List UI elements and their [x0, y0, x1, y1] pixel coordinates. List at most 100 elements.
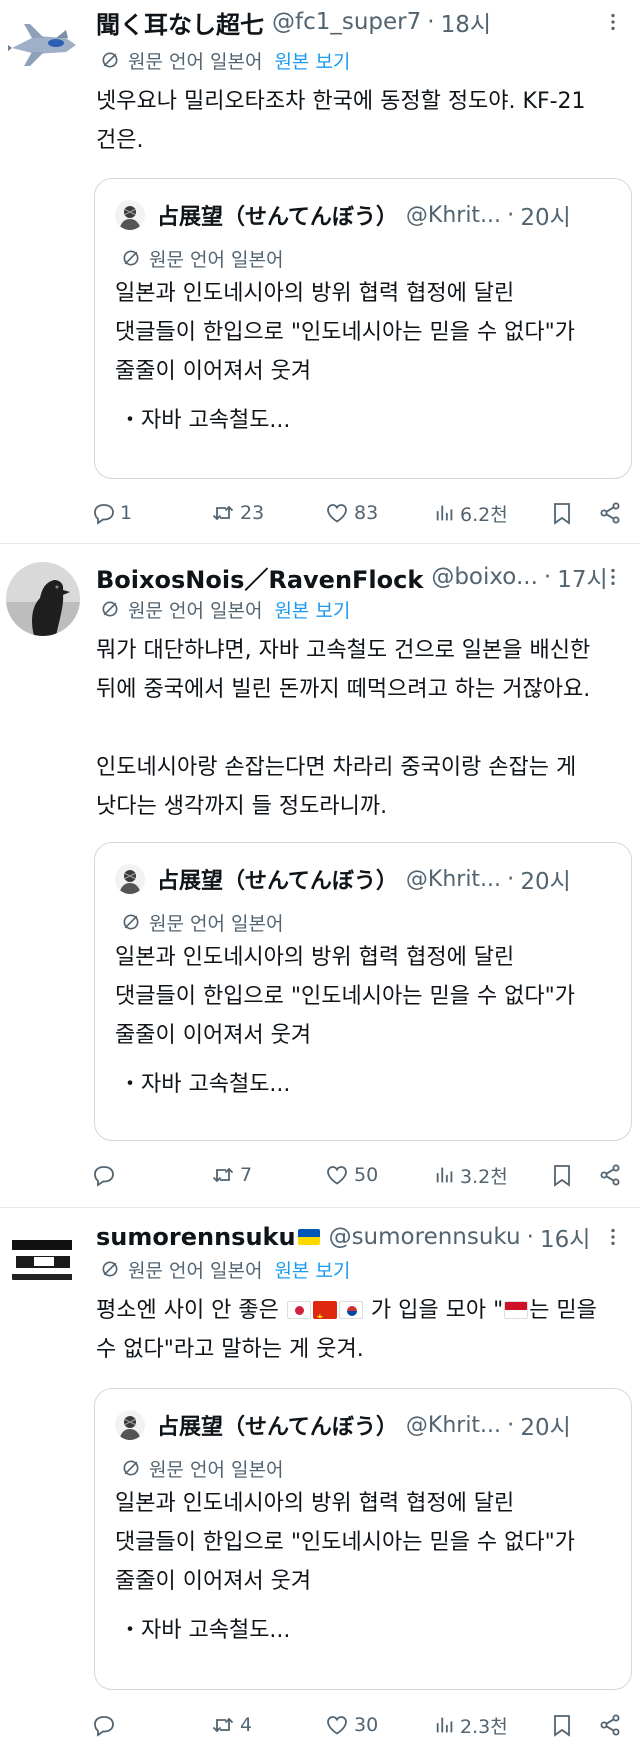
repost-icon: [210, 1163, 236, 1187]
display-name[interactable]: 聞く耳なし超七: [96, 5, 264, 40]
timestamp[interactable]: 18시: [441, 5, 491, 39]
quoted-handle: @Khrit...: [405, 202, 502, 228]
views-icon: [434, 1163, 456, 1187]
repost-icon: [210, 501, 236, 525]
repost-icon: [210, 1713, 236, 1737]
views-button[interactable]: 6.2천: [434, 493, 508, 533]
bookmark-button[interactable]: [550, 493, 578, 533]
display-name[interactable]: BoixosNois／RavenFlock: [96, 560, 423, 595]
like-icon: [324, 1163, 350, 1187]
quoted-tweet[interactable]: 占展望（せんてんぼう） @Khrit... · 20시 원문 언어 일본어 일본…: [94, 842, 632, 1141]
divider: [0, 543, 640, 544]
repost-button[interactable]: 23: [210, 493, 264, 533]
tweet-text-line: 건은.: [96, 128, 144, 153]
avatar[interactable]: [6, 8, 80, 82]
reply-button[interactable]: 1: [92, 493, 132, 533]
avatar[interactable]: [6, 562, 80, 636]
user-handle[interactable]: @fc1_super7: [272, 9, 421, 35]
translation-note: 원문 언어 일본어 원본 보기: [100, 45, 350, 75]
bookmark-button[interactable]: [550, 1705, 578, 1745]
quoted-text-line: 댓글들이 한입으로 "인도네시아는 믿을 수 없다"가: [115, 984, 576, 1009]
quoted-tweet[interactable]: 占展望（せんてんぼう） @Khrit... · 20시 원문 언어 일본어 일본…: [94, 178, 632, 479]
translate-icon: [121, 912, 141, 932]
translate-icon: [100, 50, 120, 70]
quoted-tweet[interactable]: 占展望（せんてんぼう） @Khrit... · 20시 원문 언어 일본어 일본…: [94, 1388, 632, 1690]
japan-flag-icon: [286, 1301, 311, 1319]
quoted-avatar[interactable]: [115, 200, 145, 230]
reply-button[interactable]: [92, 1155, 120, 1195]
avatar[interactable]: [6, 1222, 80, 1296]
quoted-translation-note: 원문 언어 일본어: [121, 907, 283, 937]
like-button[interactable]: 30: [324, 1705, 378, 1745]
views-icon: [434, 501, 456, 525]
quoted-timestamp: 20시: [520, 205, 571, 231]
quoted-text-line: 줄줄이 이어져서 웃겨: [115, 1569, 312, 1594]
user-handle[interactable]: @boixo...: [431, 564, 538, 590]
views-button[interactable]: 2.3천: [434, 1705, 508, 1745]
timestamp[interactable]: 16시: [540, 1220, 590, 1254]
views-icon: [434, 1713, 456, 1737]
quoted-translation-note: 원문 언어 일본어: [121, 243, 283, 273]
tweet[interactable]: BoixosNois／RavenFlock @boixo... · 17시 원문…: [0, 545, 640, 1205]
tweet-text-line: 인도네시아랑 손잡는다면 차라리 중국이랑 손잡는 게: [96, 755, 577, 780]
translation-label: 원문 언어 일본어: [128, 599, 263, 622]
more-icon[interactable]: [600, 559, 626, 595]
quoted-avatar[interactable]: [115, 864, 145, 894]
repost-button[interactable]: 4: [210, 1705, 252, 1745]
separator-dot: ·: [507, 866, 515, 892]
user-handle[interactable]: @sumorennsuku: [329, 1224, 521, 1250]
translation-label: 원문 언어 일본어: [149, 1458, 284, 1481]
display-name[interactable]: sumorennsuku: [96, 1223, 296, 1251]
reply-icon: [92, 501, 116, 525]
ukraine-flag-icon: [297, 1229, 320, 1245]
show-original-link[interactable]: 원본 보기: [274, 596, 350, 623]
quoted-display-name: 占展望（せんてんぼう）: [157, 1415, 398, 1440]
quoted-text-line: 일본과 인도네시아의 방위 협력 협정에 달린: [115, 281, 515, 306]
like-button[interactable]: 50: [324, 1155, 378, 1195]
translation-note: 원문 언어 일본어 원본 보기: [100, 1254, 350, 1284]
reply-button[interactable]: [92, 1705, 120, 1745]
quoted-handle: @Khrit...: [405, 1412, 502, 1438]
translation-label: 원문 언어 일본어: [149, 912, 284, 935]
share-button[interactable]: [598, 1155, 626, 1195]
tweet-text-line: 수 없다"라고 말하는 게 웃겨.: [96, 1337, 364, 1362]
tweet-text-part: 는 믿을: [529, 1298, 597, 1323]
tweet-text: 평소엔 사이 안 좋은 가 입을 모아 " 는 믿을 수 없다"라고 말하는 게 …: [96, 1291, 622, 1369]
bookmark-button[interactable]: [550, 1155, 578, 1195]
tweet-text-part: 가 입을 모아 ": [363, 1298, 504, 1323]
view-count: 6.2천: [460, 503, 508, 526]
reply-count: 1: [120, 502, 133, 524]
tweet-text-line: 낫다는 생각까지 들 정도라니까.: [96, 794, 388, 819]
translate-icon: [100, 599, 120, 619]
quoted-timestamp: 20시: [520, 1415, 571, 1441]
quoted-text: 일본과 인도네시아의 방위 협력 협정에 달린 댓글들이 한입으로 "인도네시아…: [115, 938, 615, 1055]
like-icon: [324, 501, 350, 525]
views-button[interactable]: 3.2천: [434, 1155, 508, 1195]
show-original-link[interactable]: 원본 보기: [274, 47, 350, 74]
share-button[interactable]: [598, 493, 626, 533]
quoted-timestamp: 20시: [520, 869, 571, 895]
more-icon[interactable]: [600, 1219, 626, 1255]
korea-flag-icon: [338, 1301, 363, 1319]
quoted-text-line: 일본과 인도네시아의 방위 협력 협정에 달린: [115, 1491, 515, 1516]
quoted-text-line: 줄줄이 이어져서 웃겨: [115, 359, 312, 384]
show-original-link[interactable]: 원본 보기: [274, 1256, 350, 1283]
share-button[interactable]: [598, 1705, 626, 1745]
separator-dot: ·: [526, 1224, 534, 1250]
quoted-avatar[interactable]: [115, 1410, 145, 1440]
translation-note: 원문 언어 일본어 원본 보기: [100, 594, 350, 624]
separator-dot: ·: [507, 202, 515, 228]
divider: [0, 1207, 640, 1208]
tweet[interactable]: 聞く耳なし超七 @fc1_super7 · 18시 원문 언어 일본어 원본 보…: [0, 0, 640, 541]
bookmark-icon: [550, 501, 574, 525]
repost-button[interactable]: 7: [210, 1155, 252, 1195]
bookmark-icon: [550, 1713, 574, 1737]
more-icon[interactable]: [600, 4, 626, 40]
quoted-text-line: 줄줄이 이어져서 웃겨: [115, 1023, 312, 1048]
tweet-text-line: [96, 709, 622, 748]
tweet[interactable]: sumorennsuku @sumorennsuku · 16시 원문 언어 일…: [0, 1209, 640, 1761]
like-count: 83: [354, 502, 379, 524]
like-button[interactable]: 83: [324, 493, 378, 533]
translation-label: 원문 언어 일본어: [128, 50, 263, 73]
share-icon: [598, 1713, 622, 1737]
